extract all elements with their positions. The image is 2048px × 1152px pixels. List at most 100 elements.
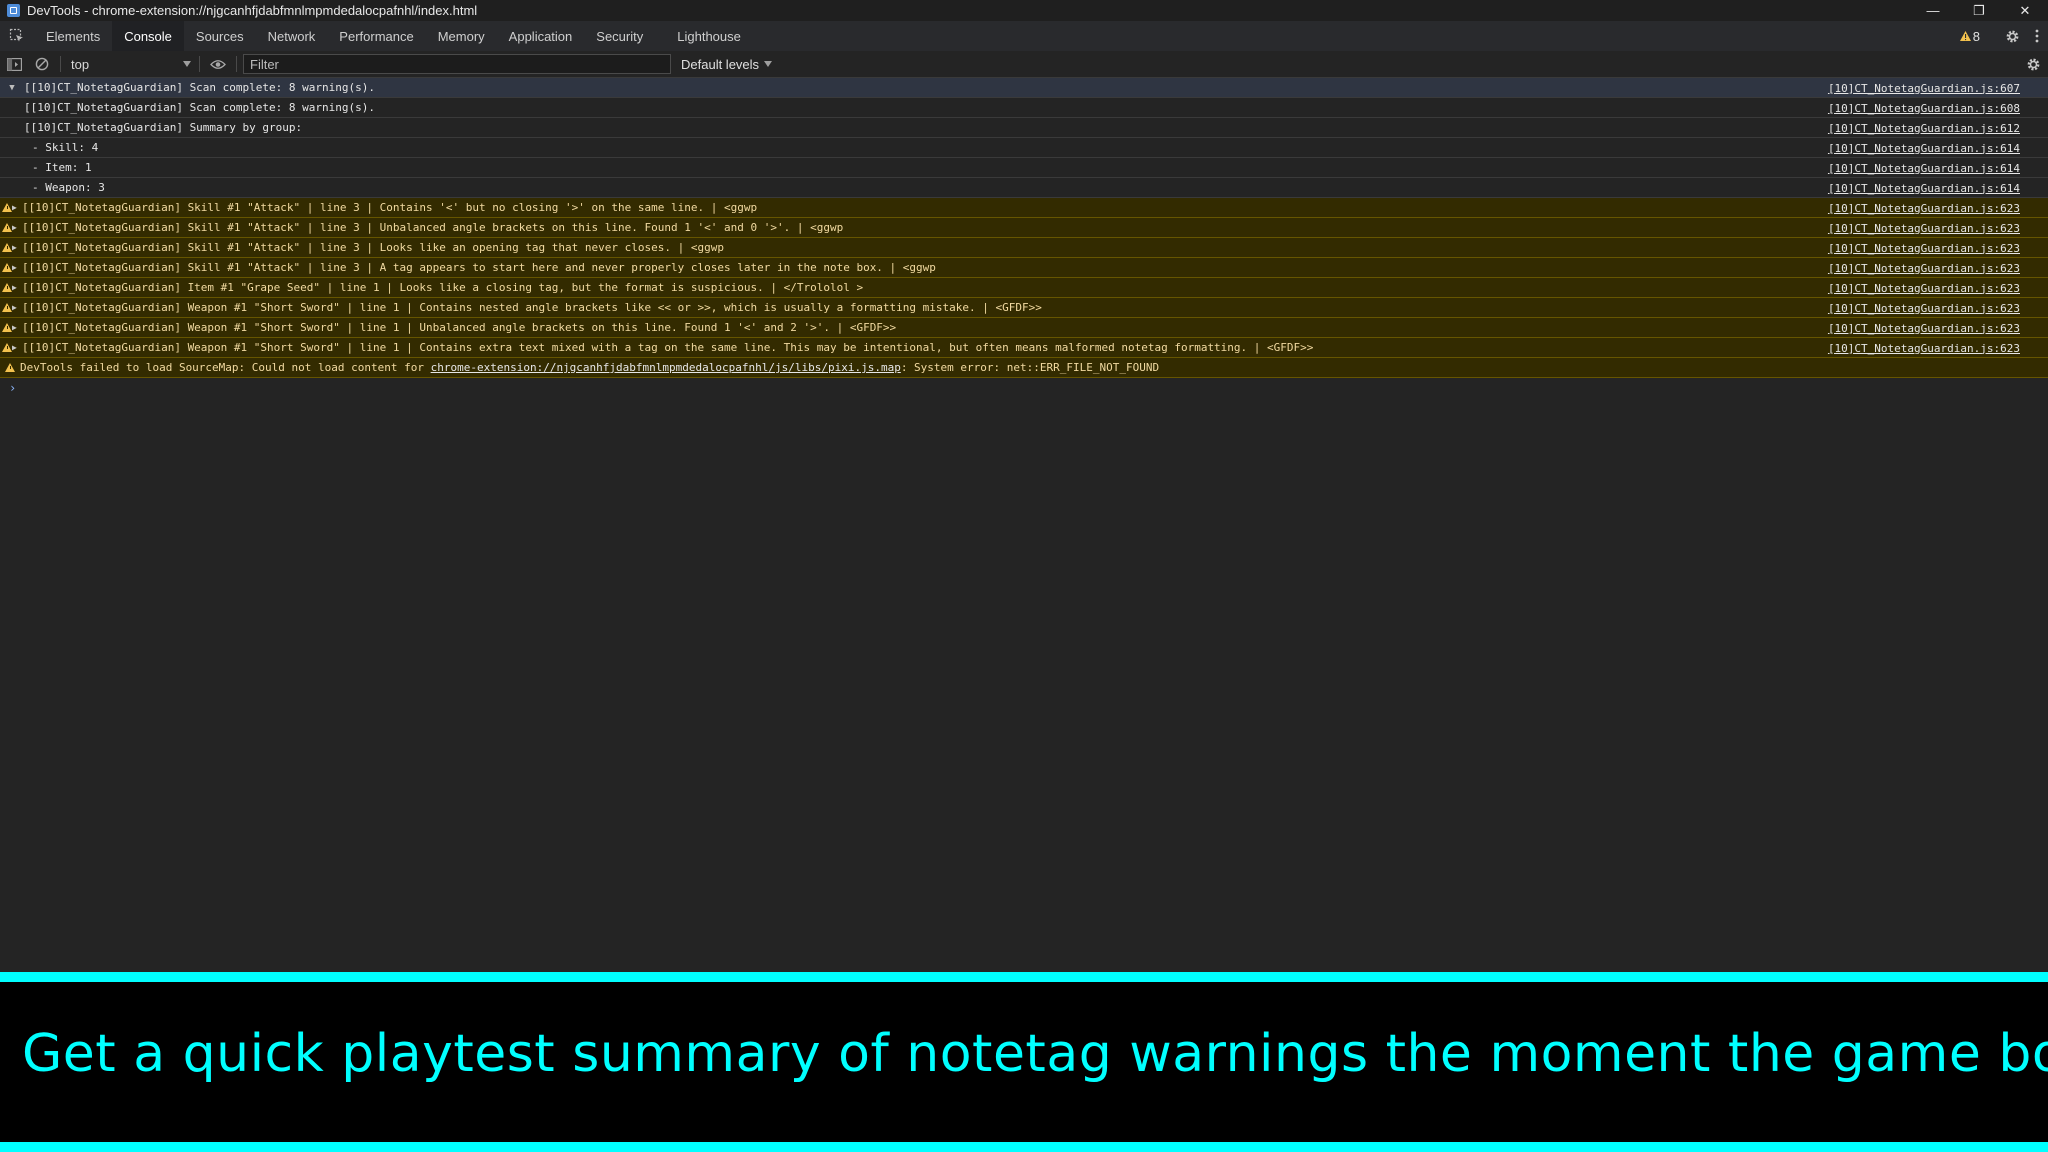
console-message-text: [[10]CT_NotetagGuardian] Skill #1 "Attac… [22,241,724,254]
close-window-button[interactable]: ✕ [2002,0,2048,21]
warning-icon [2,343,12,352]
row-gutter [0,343,14,352]
warning-icon [2,283,12,292]
filter-input[interactable] [243,54,671,74]
clear-console-button[interactable] [28,51,56,77]
source-link[interactable]: [10]CT_NotetagGuardian.js:623 [1828,258,2020,278]
sourcemap-warning-suffix: : System error: net::ERR_FILE_NOT_FOUND [900,361,1160,374]
source-link[interactable]: [10]CT_NotetagGuardian.js:623 [1828,338,2020,358]
source-link[interactable]: [10]CT_NotetagGuardian.js:623 [1828,278,2020,298]
console-warning-row[interactable]: ▶ [[10]CT_NotetagGuardian] Skill #1 "Att… [0,258,2048,278]
tab-elements[interactable]: Elements [34,21,112,51]
source-link[interactable]: [10]CT_NotetagGuardian.js:623 [1828,218,2020,238]
source-link[interactable]: [10]CT_NotetagGuardian.js:614 [1828,158,2020,178]
warning-icon [1959,31,1971,41]
context-value: top [71,56,90,72]
console-warning-row[interactable]: ▶ [[10]CT_NotetagGuardian] Skill #1 "Att… [0,198,2048,218]
console-settings-button[interactable] [2022,51,2044,77]
source-link[interactable]: [10]CT_NotetagGuardian.js:614 [1828,138,2020,158]
issues-warning-counter[interactable]: 8 [1959,29,1980,44]
console-warning-row[interactable]: ▶ [[10]CT_NotetagGuardian] Weapon #1 "Sh… [0,318,2048,338]
tab-performance[interactable]: Performance [327,21,425,51]
console-message-text: - Weapon: 3 [32,181,105,194]
console-log-row: [[10]CT_NotetagGuardian] Summary by grou… [0,118,2048,138]
console-message-text: [[10]CT_NotetagGuardian] Skill #1 "Attac… [22,201,758,214]
console-message-text: [[10]CT_NotetagGuardian] Weapon #1 "Shor… [22,321,897,334]
console-message-text: [[10]CT_NotetagGuardian] Weapon #1 "Shor… [22,341,1314,354]
sourcemap-warning-prefix: DevTools failed to load SourceMap: Could… [20,361,431,374]
banner-top-stripe [0,972,2048,982]
sourcemap-warning-row: DevTools failed to load SourceMap: Could… [0,358,2048,378]
row-gutter [0,223,14,232]
source-link[interactable]: [10]CT_NotetagGuardian.js:623 [1828,198,2020,218]
source-link[interactable]: [10]CT_NotetagGuardian.js:607 [1828,78,2020,98]
expand-arrow-icon[interactable]: ▶ [12,283,22,292]
row-gutter [0,323,14,332]
window-titlebar: DevTools - chrome-extension://njgcanhfjd… [0,0,2048,21]
promo-banner: Get a quick playtest summary of notetag … [0,972,2048,1152]
inspect-element-icon [9,28,23,42]
settings-button[interactable] [1998,29,2026,44]
prompt-chevron-icon: › [9,381,17,395]
expand-arrow-icon[interactable]: ▶ [12,203,22,212]
tab-network[interactable]: Network [256,21,328,51]
console-prompt[interactable]: › [0,378,2048,398]
window-title: DevTools - chrome-extension://njgcanhfjd… [27,3,478,18]
source-link[interactable]: [10]CT_NotetagGuardian.js:623 [1828,318,2020,338]
expand-arrow-icon[interactable]: ▶ [12,223,22,232]
console-message-text: [[10]CT_NotetagGuardian] Skill #1 "Attac… [22,261,936,274]
console-messages: ▼ [[10]CT_NotetagGuardian] Scan complete… [0,78,2048,398]
console-warning-row[interactable]: ▶ [[10]CT_NotetagGuardian] Weapon #1 "Sh… [0,338,2048,358]
expand-arrow-icon[interactable]: ▶ [12,343,22,352]
tab-lighthouse[interactable]: Lighthouse [665,21,753,51]
context-selector[interactable]: top [65,54,195,74]
source-link[interactable]: [10]CT_NotetagGuardian.js:623 [1828,298,2020,318]
source-link[interactable]: [10]CT_NotetagGuardian.js:614 [1828,178,2020,198]
dropdown-arrow-icon [764,61,773,67]
console-message-text: [[10]CT_NotetagGuardian] Item #1 "Grape … [22,281,864,294]
console-message-text: [[10]CT_NotetagGuardian] Scan complete: … [24,101,375,114]
warning-icon [5,363,15,372]
more-options-button[interactable] [2026,29,2048,43]
devtools-app-icon [7,4,20,17]
sourcemap-link[interactable]: chrome-extension://njgcanhfjdabfmnlmpmde… [431,361,901,374]
show-sidebar-button[interactable] [0,51,28,77]
console-message-text: - Skill: 4 [32,141,99,154]
console-log-row: - Item: 1 [10]CT_NotetagGuardian.js:614 [0,158,2048,178]
console-log-row: - Skill: 4 [10]CT_NotetagGuardian.js:614 [0,138,2048,158]
live-expression-button[interactable] [204,51,232,77]
expand-arrow-icon[interactable]: ▶ [12,243,22,252]
inspect-element-button[interactable] [0,21,34,51]
kebab-menu-icon [2035,29,2039,43]
banner-caption: Get a quick playtest summary of notetag … [22,1024,2048,1084]
gear-icon [2006,30,2018,42]
dropdown-arrow-icon [183,61,191,67]
console-warning-row[interactable]: ▶ [[10]CT_NotetagGuardian] Item #1 "Grap… [0,278,2048,298]
expand-arrow-icon[interactable]: ▶ [12,263,22,272]
console-message-text: [[10]CT_NotetagGuardian] Summary by grou… [24,121,303,134]
console-warning-row[interactable]: ▶ [[10]CT_NotetagGuardian] Skill #1 "Att… [0,238,2048,258]
console-warning-row[interactable]: ▶ [[10]CT_NotetagGuardian] Weapon #1 "Sh… [0,298,2048,318]
expand-arrow-icon[interactable]: ▶ [12,303,22,312]
expand-arrow-icon[interactable]: ▶ [12,323,22,332]
tab-memory[interactable]: Memory [426,21,497,51]
tab-console[interactable]: Console [112,21,184,51]
gear-icon [2027,58,2039,70]
row-gutter [0,283,14,292]
tab-sources[interactable]: Sources [184,21,256,51]
console-group-header[interactable]: ▼ [[10]CT_NotetagGuardian] Scan complete… [0,78,2048,98]
source-link[interactable]: [10]CT_NotetagGuardian.js:608 [1828,98,2020,118]
source-link[interactable]: [10]CT_NotetagGuardian.js:623 [1828,238,2020,258]
sidebar-icon [6,57,22,71]
log-levels-dropdown[interactable]: Default levels [681,57,773,72]
minimize-button[interactable]: — [1910,0,1956,21]
collapse-toggle[interactable]: ▼ [0,83,24,93]
console-warning-row[interactable]: ▶ [[10]CT_NotetagGuardian] Skill #1 "Att… [0,218,2048,238]
warning-icon [2,303,12,312]
tab-application[interactable]: Application [497,21,585,51]
warning-icon [2,323,12,332]
tab-security[interactable]: Security [584,21,655,51]
console-message-text: [[10]CT_NotetagGuardian] Skill #1 "Attac… [22,221,844,234]
source-link[interactable]: [10]CT_NotetagGuardian.js:612 [1828,118,2020,138]
restore-button[interactable]: ❐ [1956,0,2002,21]
